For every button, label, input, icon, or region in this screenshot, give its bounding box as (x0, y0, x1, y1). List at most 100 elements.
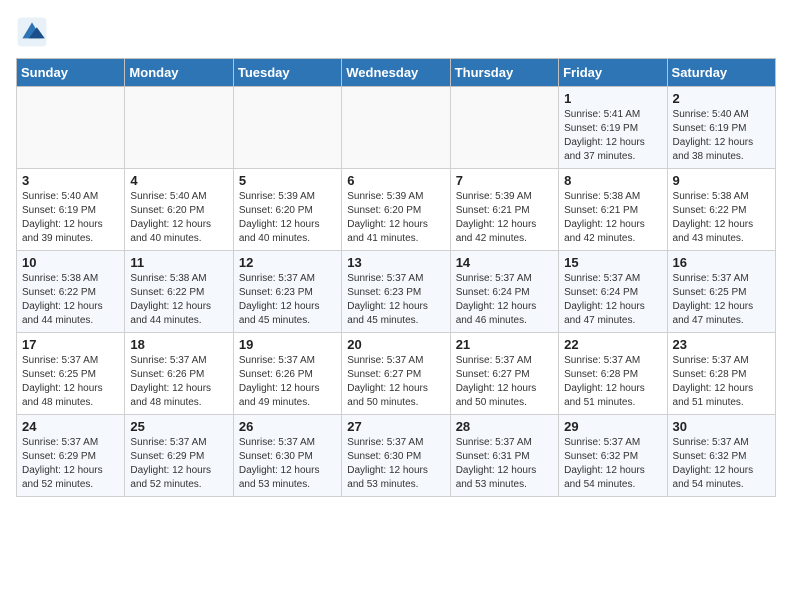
day-number: 28 (456, 419, 553, 434)
day-cell: 7 Sunrise: 5:39 AM Sunset: 6:21 PM Daylig… (450, 169, 558, 251)
day-cell: 1 Sunrise: 5:41 AM Sunset: 6:19 PM Daylig… (559, 87, 667, 169)
day-info: Sunrise: 5:37 AM Sunset: 6:27 PM Dayligh… (456, 354, 553, 410)
day-cell: 3 Sunrise: 5:40 AM Sunset: 6:19 PM Daylig… (17, 169, 125, 251)
day-cell: 27 Sunrise: 5:37 AM Sunset: 6:30 PM Dayli… (342, 415, 450, 497)
day-cell: 22 Sunrise: 5:37 AM Sunset: 6:28 PM Dayli… (559, 333, 667, 415)
day-info: Sunrise: 5:40 AM Sunset: 6:19 PM Dayligh… (22, 190, 119, 246)
logo (16, 16, 54, 48)
day-cell: 12 Sunrise: 5:37 AM Sunset: 6:23 PM Dayli… (233, 251, 341, 333)
day-cell: 9 Sunrise: 5:38 AM Sunset: 6:22 PM Daylig… (667, 169, 775, 251)
day-number: 21 (456, 337, 553, 352)
day-info: Sunrise: 5:37 AM Sunset: 6:23 PM Dayligh… (347, 272, 444, 328)
day-info: Sunrise: 5:39 AM Sunset: 6:20 PM Dayligh… (347, 190, 444, 246)
day-info: Sunrise: 5:37 AM Sunset: 6:32 PM Dayligh… (673, 436, 770, 492)
day-cell: 6 Sunrise: 5:39 AM Sunset: 6:20 PM Daylig… (342, 169, 450, 251)
day-cell: 18Sunrise: 5:37 AM Sunset: 6:26 PM Dayli… (125, 333, 233, 415)
day-cell: 8 Sunrise: 5:38 AM Sunset: 6:21 PM Daylig… (559, 169, 667, 251)
day-info: Sunrise: 5:37 AM Sunset: 6:30 PM Dayligh… (239, 436, 336, 492)
day-info: Sunrise: 5:37 AM Sunset: 6:24 PM Dayligh… (564, 272, 661, 328)
day-cell: 16 Sunrise: 5:37 AM Sunset: 6:25 PM Dayli… (667, 251, 775, 333)
day-info: Sunrise: 5:37 AM Sunset: 6:29 PM Dayligh… (22, 436, 119, 492)
day-number: 7 (456, 173, 553, 188)
day-cell: 19 Sunrise: 5:37 AM Sunset: 6:26 PM Dayli… (233, 333, 341, 415)
day-info: Sunrise: 5:37 AM Sunset: 6:26 PM Dayligh… (239, 354, 336, 410)
day-number: 15 (564, 255, 661, 270)
day-cell: 21 Sunrise: 5:37 AM Sunset: 6:27 PM Dayli… (450, 333, 558, 415)
day-cell: 28 Sunrise: 5:37 AM Sunset: 6:31 PM Dayli… (450, 415, 558, 497)
day-number: 25 (130, 419, 227, 434)
day-cell (17, 87, 125, 169)
day-cell: 11 Sunrise: 5:38 AM Sunset: 6:22 PM Dayli… (125, 251, 233, 333)
day-cell (450, 87, 558, 169)
day-info: Sunrise: 5:38 AM Sunset: 6:22 PM Dayligh… (673, 190, 770, 246)
day-cell: 25 Sunrise: 5:37 AM Sunset: 6:29 PM Dayli… (125, 415, 233, 497)
week-row-5: 24 Sunrise: 5:37 AM Sunset: 6:29 PM Dayli… (17, 415, 776, 497)
header-tuesday: Tuesday (233, 59, 341, 87)
day-info: Sunrise: 5:40 AM Sunset: 6:19 PM Dayligh… (673, 108, 770, 164)
day-number: 27 (347, 419, 444, 434)
day-number: 13 (347, 255, 444, 270)
day-info: Sunrise: 5:37 AM Sunset: 6:28 PM Dayligh… (564, 354, 661, 410)
day-number: 24 (22, 419, 119, 434)
day-cell (342, 87, 450, 169)
week-row-4: 17 Sunrise: 5:37 AM Sunset: 6:25 PM Dayli… (17, 333, 776, 415)
day-number: 5 (239, 173, 336, 188)
day-info: Sunrise: 5:37 AM Sunset: 6:26 PM Dayligh… (130, 354, 227, 410)
day-number: 9 (673, 173, 770, 188)
day-cell: 14Sunrise: 5:37 AM Sunset: 6:24 PM Dayli… (450, 251, 558, 333)
week-row-3: 10 Sunrise: 5:38 AM Sunset: 6:22 PM Dayli… (17, 251, 776, 333)
day-info: Sunrise: 5:37 AM Sunset: 6:25 PM Dayligh… (22, 354, 119, 410)
day-cell: 10 Sunrise: 5:38 AM Sunset: 6:22 PM Dayli… (17, 251, 125, 333)
day-cell: 13 Sunrise: 5:37 AM Sunset: 6:23 PM Dayli… (342, 251, 450, 333)
day-number: 6 (347, 173, 444, 188)
day-number: 8 (564, 173, 661, 188)
calendar-header: SundayMondayTuesdayWednesdayThursdayFrid… (17, 59, 776, 87)
day-number: 2 (673, 91, 770, 106)
header-thursday: Thursday (450, 59, 558, 87)
day-number: 14 (456, 255, 553, 270)
day-info: Sunrise: 5:37 AM Sunset: 6:31 PM Dayligh… (456, 436, 553, 492)
day-cell (233, 87, 341, 169)
day-number: 29 (564, 419, 661, 434)
day-cell: 17 Sunrise: 5:37 AM Sunset: 6:25 PM Dayli… (17, 333, 125, 415)
day-info: Sunrise: 5:37 AM Sunset: 6:30 PM Dayligh… (347, 436, 444, 492)
day-number: 16 (673, 255, 770, 270)
day-number: 30 (673, 419, 770, 434)
day-info: Sunrise: 5:38 AM Sunset: 6:21 PM Dayligh… (564, 190, 661, 246)
header (16, 16, 776, 48)
day-cell: 30 Sunrise: 5:37 AM Sunset: 6:32 PM Dayli… (667, 415, 775, 497)
day-info: Sunrise: 5:37 AM Sunset: 6:32 PM Dayligh… (564, 436, 661, 492)
day-number: 4 (130, 173, 227, 188)
day-number: 11 (130, 255, 227, 270)
day-info: Sunrise: 5:39 AM Sunset: 6:21 PM Dayligh… (456, 190, 553, 246)
day-number: 12 (239, 255, 336, 270)
day-info: Sunrise: 5:38 AM Sunset: 6:22 PM Dayligh… (130, 272, 227, 328)
day-number: 22 (564, 337, 661, 352)
day-info: Sunrise: 5:40 AM Sunset: 6:20 PM Dayligh… (130, 190, 227, 246)
day-number: 3 (22, 173, 119, 188)
day-info: Sunrise: 5:38 AM Sunset: 6:22 PM Dayligh… (22, 272, 119, 328)
day-info: Sunrise: 5:37 AM Sunset: 6:29 PM Dayligh… (130, 436, 227, 492)
day-cell: 20Sunrise: 5:37 AM Sunset: 6:27 PM Dayli… (342, 333, 450, 415)
day-info: Sunrise: 5:37 AM Sunset: 6:25 PM Dayligh… (673, 272, 770, 328)
day-info: Sunrise: 5:41 AM Sunset: 6:19 PM Dayligh… (564, 108, 661, 164)
day-number: 23 (673, 337, 770, 352)
day-info: Sunrise: 5:37 AM Sunset: 6:23 PM Dayligh… (239, 272, 336, 328)
day-number: 20 (347, 337, 444, 352)
day-cell: 4 Sunrise: 5:40 AM Sunset: 6:20 PM Daylig… (125, 169, 233, 251)
day-number: 17 (22, 337, 119, 352)
day-info: Sunrise: 5:37 AM Sunset: 6:28 PM Dayligh… (673, 354, 770, 410)
day-cell: 24 Sunrise: 5:37 AM Sunset: 6:29 PM Dayli… (17, 415, 125, 497)
day-cell: 15 Sunrise: 5:37 AM Sunset: 6:24 PM Dayli… (559, 251, 667, 333)
day-cell: 2 Sunrise: 5:40 AM Sunset: 6:19 PM Daylig… (667, 87, 775, 169)
day-number: 19 (239, 337, 336, 352)
day-number: 10 (22, 255, 119, 270)
day-number: 1 (564, 91, 661, 106)
calendar-body: 1 Sunrise: 5:41 AM Sunset: 6:19 PM Daylig… (17, 87, 776, 497)
header-wednesday: Wednesday (342, 59, 450, 87)
week-row-2: 3 Sunrise: 5:40 AM Sunset: 6:19 PM Daylig… (17, 169, 776, 251)
day-number: 26 (239, 419, 336, 434)
day-cell: 5 Sunrise: 5:39 AM Sunset: 6:20 PM Daylig… (233, 169, 341, 251)
day-info: Sunrise: 5:39 AM Sunset: 6:20 PM Dayligh… (239, 190, 336, 246)
day-cell: 29 Sunrise: 5:37 AM Sunset: 6:32 PM Dayli… (559, 415, 667, 497)
